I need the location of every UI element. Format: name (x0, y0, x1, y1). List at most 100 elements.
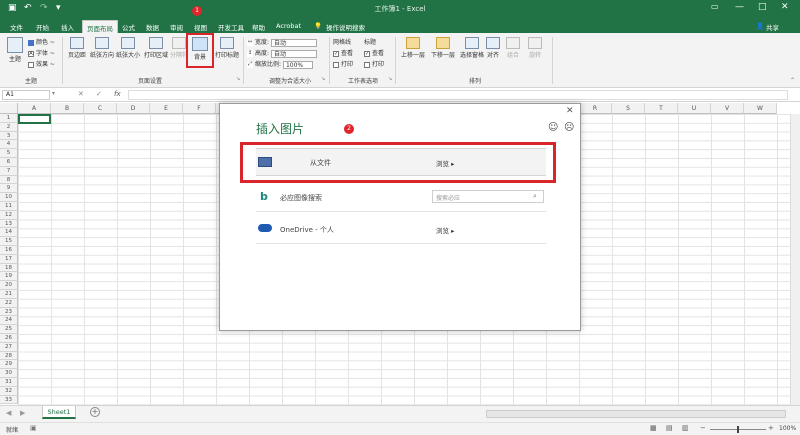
column-header[interactable]: F (183, 103, 216, 114)
gridlines-view-checkbox[interactable]: ✓ 查看 (333, 48, 353, 57)
scale-launcher-icon[interactable]: ↘ (321, 76, 325, 82)
margins-button[interactable]: 页边距 (66, 37, 88, 59)
row-header[interactable]: 17 (0, 254, 18, 264)
macro-record-icon[interactable]: ▣ (30, 424, 37, 432)
smile-feedback-icon[interactable]: ☺ (548, 122, 558, 133)
row-header[interactable]: 10 (0, 193, 18, 202)
row-header[interactable]: 19 (0, 272, 18, 282)
sheet-options-launcher-icon[interactable]: ↘ (388, 76, 392, 82)
row-header[interactable]: 1 (0, 114, 18, 123)
headings-view-checkbox[interactable]: ✓ 查看 (364, 48, 384, 57)
close-window-icon[interactable]: ✕ (781, 2, 789, 12)
formula-input[interactable] (128, 90, 788, 100)
row-header[interactable]: 2 (0, 122, 18, 132)
ribbon-display-icon[interactable]: ▭ (711, 2, 719, 11)
selection-pane-button[interactable]: 选择窗格 (457, 37, 487, 59)
row-header[interactable]: 6 (0, 158, 18, 167)
row-header[interactable]: 9 (0, 184, 18, 194)
tab-page-layout[interactable]: 页面布局 (82, 20, 118, 33)
column-header[interactable]: R (579, 103, 612, 114)
row-header[interactable]: 18 (0, 263, 18, 273)
horizontal-scrollbar[interactable] (486, 410, 786, 418)
effects-button[interactable]: 效果 ~ (28, 59, 55, 68)
enter-formula-icon[interactable]: ✓ (96, 90, 102, 98)
scale-input[interactable]: 100% (282, 60, 313, 69)
row-header[interactable]: 28 (0, 351, 18, 361)
themes-button[interactable]: 主题 (5, 37, 25, 63)
colors-button[interactable]: 颜色 ~ (28, 37, 55, 46)
row-header[interactable]: 22 (0, 298, 18, 308)
width-select[interactable]: 自动 (270, 38, 317, 47)
height-select[interactable]: 自动 (270, 49, 317, 58)
group-button[interactable]: 组合 (504, 37, 522, 59)
tab-acrobat[interactable]: Acrobat (272, 20, 305, 33)
row-header[interactable]: 31 (0, 378, 18, 387)
column-header[interactable]: U (678, 103, 711, 114)
column-header[interactable]: D (117, 103, 150, 114)
collapse-ribbon-icon[interactable]: ⌃ (790, 77, 795, 84)
row-header[interactable]: 30 (0, 369, 18, 378)
page-layout-view-icon[interactable]: ▤ (666, 424, 673, 432)
add-sheet-icon[interactable]: + (90, 407, 100, 417)
column-header[interactable]: E (150, 103, 183, 114)
column-header[interactable]: A (18, 103, 51, 114)
column-header[interactable]: B (51, 103, 84, 114)
page-break-view-icon[interactable]: ▥ (682, 424, 689, 432)
row-header[interactable]: 29 (0, 360, 18, 370)
vertical-scrollbar[interactable] (790, 114, 800, 405)
size-button[interactable]: 纸张大小 (116, 37, 140, 59)
row-header[interactable]: 25 (0, 325, 18, 334)
row-header[interactable]: 3 (0, 131, 18, 141)
share-button[interactable]: 共享 (762, 20, 783, 33)
row-header[interactable]: 23 (0, 307, 18, 317)
row-header[interactable]: 12 (0, 210, 18, 220)
column-header[interactable]: S (612, 103, 645, 114)
tab-formulas[interactable]: 公式 (118, 20, 139, 33)
next-sheet-icon[interactable]: ▶ (20, 409, 25, 417)
browse-onedrive-link[interactable]: 浏览 ▸ (436, 225, 454, 235)
fonts-button[interactable]: A 字体 ~ (28, 48, 55, 57)
align-button[interactable]: 对齐 (484, 37, 502, 59)
page-setup-launcher-icon[interactable]: ↘ (236, 76, 240, 82)
normal-view-icon[interactable]: ▦ (650, 424, 657, 432)
row-header[interactable]: 8 (0, 175, 18, 185)
minimize-icon[interactable]: — (735, 2, 744, 12)
bing-search-input[interactable]: 搜索必应 ⌕ (432, 190, 544, 203)
tell-me-search[interactable]: 操作说明搜索 (322, 20, 369, 33)
name-box[interactable]: A1 (2, 90, 50, 100)
cancel-formula-icon[interactable]: ✕ (78, 90, 84, 98)
tab-data[interactable]: 数据 (142, 20, 163, 33)
search-icon[interactable]: ⌕ (533, 192, 537, 201)
print-titles-button[interactable]: 打印标题 (214, 37, 240, 59)
prev-sheet-icon[interactable]: ◀ (6, 409, 11, 417)
headings-print-checkbox[interactable]: 打印 (364, 59, 384, 68)
fx-icon[interactable]: fx (114, 90, 121, 98)
sheet-tab-sheet1[interactable]: Sheet1 (42, 406, 76, 419)
zoom-level[interactable]: 100% (779, 425, 796, 432)
name-box-dropdown-icon[interactable]: ▾ (52, 90, 55, 97)
row-header[interactable]: 7 (0, 166, 18, 176)
tab-insert[interactable]: 插入 (57, 20, 78, 33)
row-header[interactable]: 27 (0, 342, 18, 352)
tab-view[interactable]: 视图 (190, 20, 211, 33)
column-header[interactable]: C (84, 103, 117, 114)
row-header[interactable]: 4 (0, 140, 18, 150)
row-header[interactable]: 14 (0, 228, 18, 238)
row-header[interactable]: 26 (0, 334, 18, 343)
zoom-slider-thumb[interactable] (737, 426, 739, 433)
tab-home[interactable]: 开始 (32, 20, 53, 33)
orientation-button[interactable]: 纸张方向 (90, 37, 114, 59)
row-header[interactable]: 20 (0, 281, 18, 290)
zoom-in-icon[interactable]: + (768, 424, 774, 432)
tab-review[interactable]: 审阅 (166, 20, 187, 33)
column-header[interactable]: T (645, 103, 678, 114)
row-header[interactable]: 32 (0, 386, 18, 396)
bring-forward-button[interactable]: 上移一层 (398, 37, 428, 59)
column-header[interactable]: V (711, 103, 744, 114)
column-header[interactable]: W (744, 103, 777, 114)
gridlines-print-checkbox[interactable]: 打印 (333, 59, 353, 68)
active-cell-a1[interactable] (18, 114, 51, 124)
send-backward-button[interactable]: 下移一层 (428, 37, 458, 59)
row-header[interactable]: 24 (0, 316, 18, 326)
rotate-button[interactable]: 旋转 (526, 37, 544, 59)
